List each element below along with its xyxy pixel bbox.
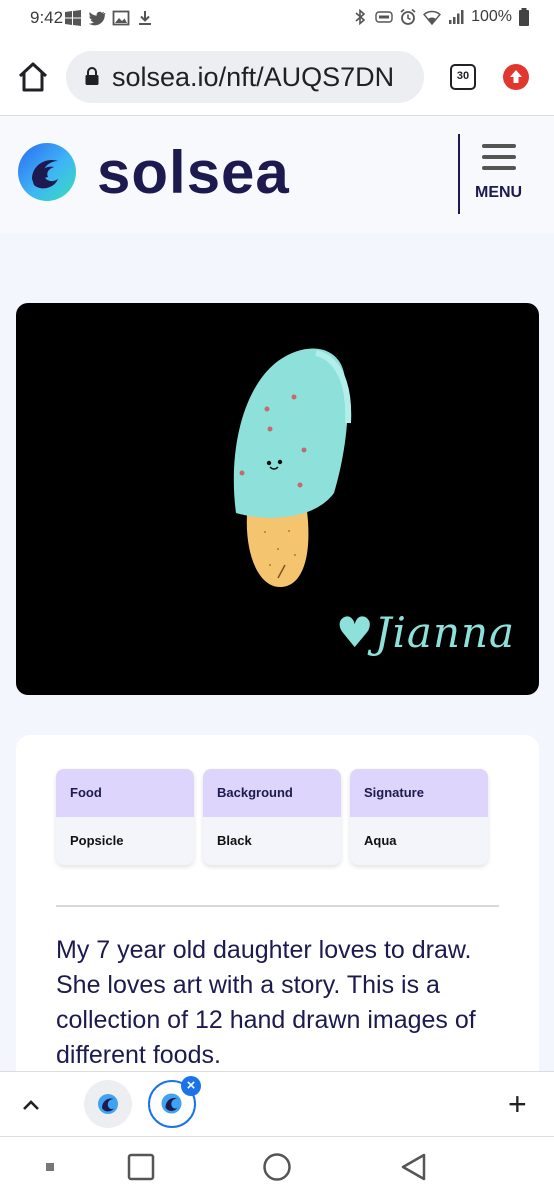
nft-details-card: Food Popsicle Background Black Signature…: [16, 735, 539, 1095]
update-button[interactable]: [503, 64, 529, 90]
download-icon: [139, 11, 151, 25]
attribute-value: Black: [217, 833, 252, 848]
browser-toolbar: solsea.io/nft/AUQS7DN 30: [0, 38, 554, 116]
image-icon: [112, 10, 130, 26]
header-divider: [458, 134, 460, 214]
attribute-food[interactable]: Food Popsicle: [56, 769, 194, 865]
hamburger-icon: [482, 155, 516, 159]
home-circle-icon[interactable]: [263, 1153, 291, 1181]
arrow-up-icon: [510, 70, 522, 83]
system-nav-bar: [0, 1137, 554, 1200]
alarm-icon: [400, 8, 416, 25]
attribute-signature[interactable]: Signature Aqua: [350, 769, 488, 865]
home-icon[interactable]: [16, 60, 50, 94]
chevron-up-icon[interactable]: [20, 1094, 42, 1116]
attribute-value: Aqua: [364, 833, 397, 848]
nft-description: My 7 year old daughter loves to draw. Sh…: [56, 936, 476, 1069]
new-tab-button[interactable]: +: [508, 1088, 527, 1120]
hamburger-icon: [482, 166, 516, 170]
tab-solsea-inactive[interactable]: [84, 1080, 132, 1128]
menu-dot-icon[interactable]: [46, 1163, 54, 1171]
tab-switcher-button[interactable]: 30: [450, 64, 476, 90]
windows-icon: [65, 10, 81, 26]
menu-label: MENU: [475, 184, 523, 201]
wifi-icon: [423, 10, 442, 26]
attribute-background[interactable]: Background Black: [203, 769, 341, 865]
solsea-favicon-icon: [98, 1094, 118, 1114]
status-notification-icons: [64, 9, 154, 27]
back-icon[interactable]: [401, 1153, 426, 1181]
signature-text: ♥Jianna: [336, 608, 516, 657]
tab-strip: × +: [0, 1071, 554, 1137]
twitter-icon: [88, 11, 106, 26]
menu-button[interactable]: MENU: [472, 142, 528, 206]
battery-percent: 100%: [471, 8, 512, 25]
lock-icon: [85, 67, 99, 85]
attribute-trait: Signature: [350, 769, 488, 817]
url-text[interactable]: solsea.io/nft/AUQS7DN: [112, 62, 394, 93]
close-tab-button[interactable]: ×: [181, 1076, 201, 1096]
attribute-trait: Background: [203, 769, 341, 817]
signal-icon: [449, 10, 464, 24]
solsea-logo-icon[interactable]: [18, 143, 76, 201]
attribute-trait: Food: [56, 769, 194, 817]
hamburger-icon: [482, 144, 516, 148]
nft-image[interactable]: ♥Jianna: [16, 303, 539, 695]
attribute-value: Popsicle: [70, 833, 124, 848]
recents-icon[interactable]: [127, 1153, 155, 1181]
popsicle-ice: [233, 348, 348, 518]
brand-name[interactable]: solsea: [97, 138, 290, 207]
status-bar: 9:42 100%: [0, 0, 554, 38]
address-bar[interactable]: solsea.io/nft/AUQS7DN: [66, 51, 424, 103]
site-header: solsea MENU: [0, 116, 554, 234]
battery-icon: [519, 8, 529, 26]
bluetooth-icon: [355, 8, 366, 26]
card-divider: [56, 905, 499, 907]
status-time: 9:42: [30, 8, 64, 27]
status-system-icons: 100%: [351, 8, 530, 26]
volte-icon: [375, 11, 393, 23]
